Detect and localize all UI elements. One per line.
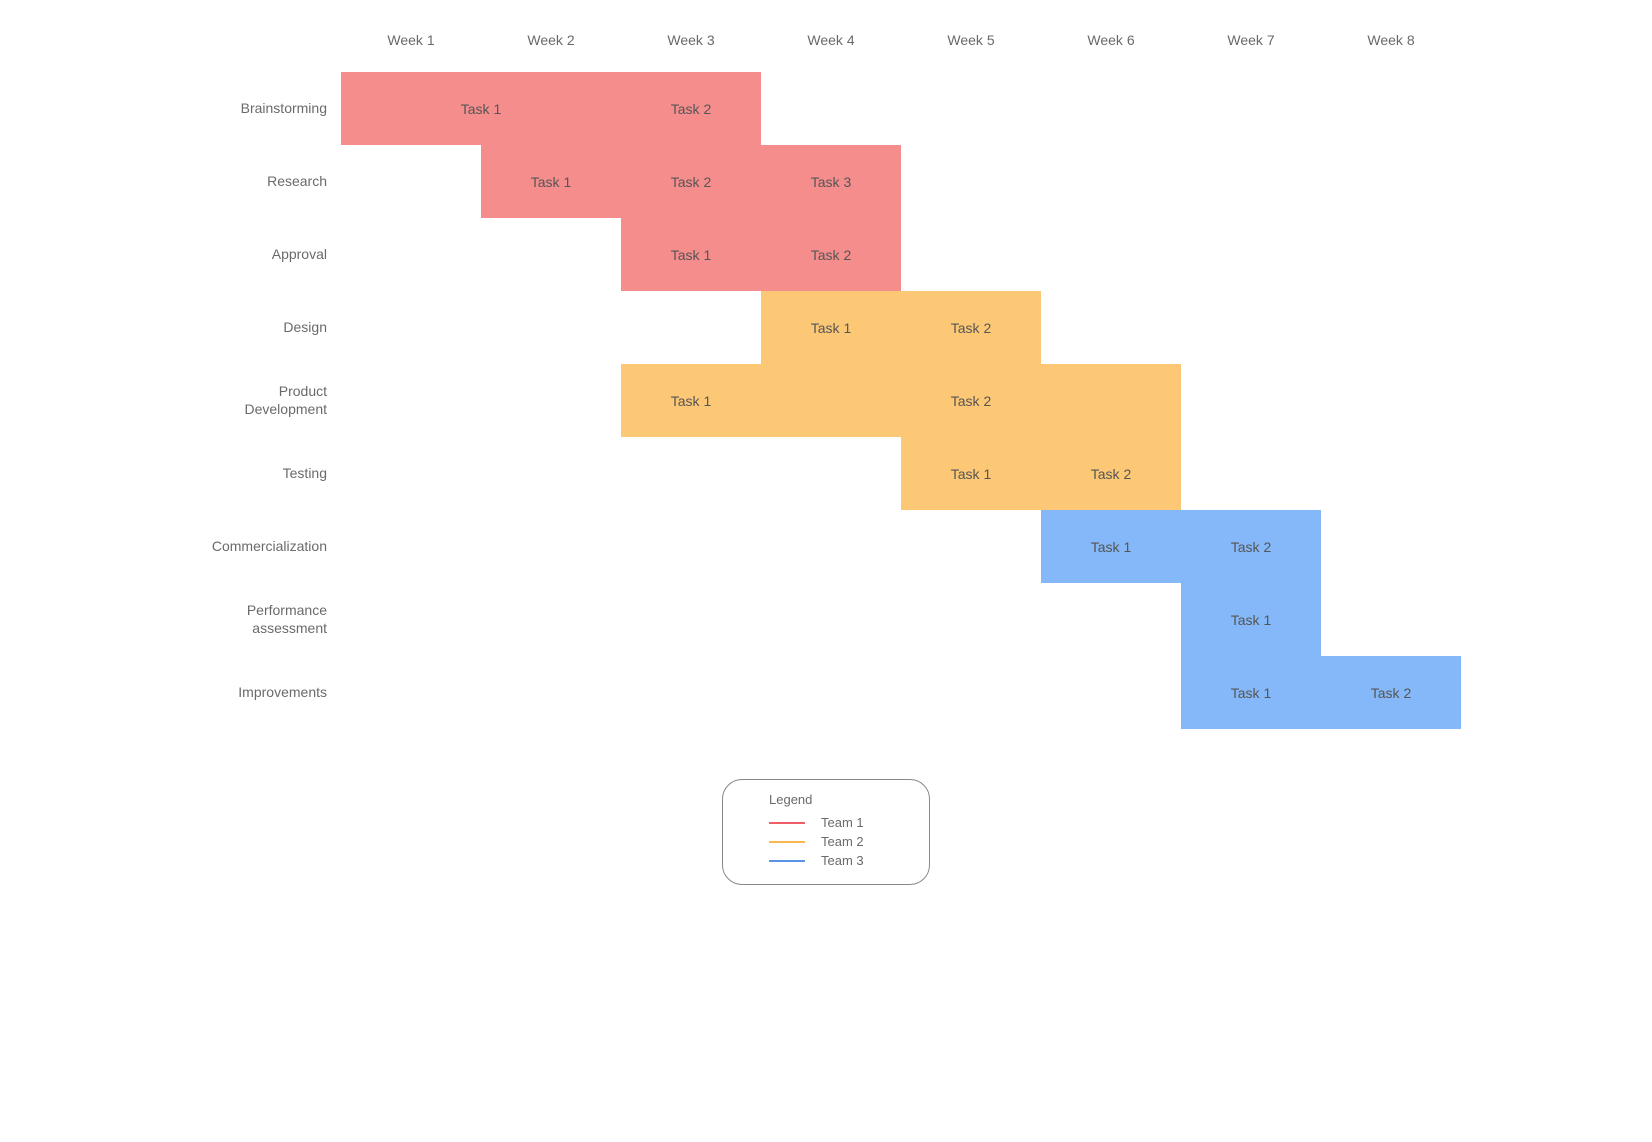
- col-header-week4: Week 4: [761, 20, 901, 72]
- row-testing: Task 1 Task 2: [341, 437, 1461, 510]
- row-label-design: Design: [186, 291, 341, 364]
- row-brainstorming: Task 1 Task 2: [341, 72, 1461, 145]
- legend-title: Legend: [741, 792, 911, 807]
- gantt-grid: Week 1 Week 2 Week 3 Week 4 Week 5 Week …: [186, 20, 1466, 729]
- bar-testing-task1: Task 1: [901, 437, 1041, 510]
- bar-improvements-task2: Task 2: [1321, 656, 1461, 729]
- row-label-improvements: Improvements: [186, 656, 341, 729]
- bar-product-development-task2: Task 2: [761, 364, 1181, 437]
- row-label-brainstorming: Brainstorming: [186, 72, 341, 145]
- bar-research-task3: Task 3: [761, 145, 901, 218]
- bar-brainstorming-task1: Task 1: [341, 72, 621, 145]
- row-label-research: Research: [186, 145, 341, 218]
- legend-label-team1: Team 1: [821, 815, 864, 830]
- legend-swatch-team2: [769, 841, 805, 843]
- row-label-performance-assessment: Performance assessment: [186, 583, 341, 656]
- legend-label-team2: Team 2: [821, 834, 864, 849]
- legend-swatch-team3: [769, 860, 805, 862]
- row-improvements: Task 1 Task 2: [341, 656, 1461, 729]
- row-product-development: Task 1 Task 2: [341, 364, 1461, 437]
- bar-commercialization-task1: Task 1: [1041, 510, 1181, 583]
- bar-approval-task1: Task 1: [621, 218, 761, 291]
- col-header-week8: Week 8: [1321, 20, 1461, 72]
- bar-design-task1: Task 1: [761, 291, 901, 364]
- legend-item-team1: Team 1: [741, 813, 911, 832]
- col-header-week1: Week 1: [341, 20, 481, 72]
- row-commercialization: Task 1 Task 2: [341, 510, 1461, 583]
- bar-design-task2: Task 2: [901, 291, 1041, 364]
- row-label-approval: Approval: [186, 218, 341, 291]
- col-header-week6: Week 6: [1041, 20, 1181, 72]
- row-approval: Task 1 Task 2: [341, 218, 1461, 291]
- legend-swatch-team1: [769, 822, 805, 824]
- legend: Legend Team 1 Team 2 Team 3: [722, 779, 930, 885]
- bar-testing-task2: Task 2: [1041, 437, 1181, 510]
- col-header-week7: Week 7: [1181, 20, 1321, 72]
- row-performance-assessment: Task 1: [341, 583, 1461, 656]
- bar-brainstorming-task2: Task 2: [621, 72, 761, 145]
- bar-research-task2: Task 2: [621, 145, 761, 218]
- bar-research-task1: Task 1: [481, 145, 621, 218]
- legend-item-team3: Team 3: [741, 851, 911, 870]
- col-header-week5: Week 5: [901, 20, 1041, 72]
- col-header-week2: Week 2: [481, 20, 621, 72]
- row-label-product-development: Product Development: [186, 364, 341, 437]
- bar-product-development-task1: Task 1: [621, 364, 761, 437]
- gantt-chart: Week 1 Week 2 Week 3 Week 4 Week 5 Week …: [186, 20, 1466, 885]
- row-label-commercialization: Commercialization: [186, 510, 341, 583]
- legend-item-team2: Team 2: [741, 832, 911, 851]
- legend-label-team3: Team 3: [821, 853, 864, 868]
- row-design: Task 1 Task 2: [341, 291, 1461, 364]
- bar-approval-task2: Task 2: [761, 218, 901, 291]
- bar-improvements-task1: Task 1: [1181, 656, 1321, 729]
- row-label-testing: Testing: [186, 437, 341, 510]
- bar-commercialization-task2: Task 2: [1181, 510, 1321, 583]
- bar-performance-assessment-task1: Task 1: [1181, 583, 1321, 656]
- col-header-week3: Week 3: [621, 20, 761, 72]
- row-research: Task 1 Task 2 Task 3: [341, 145, 1461, 218]
